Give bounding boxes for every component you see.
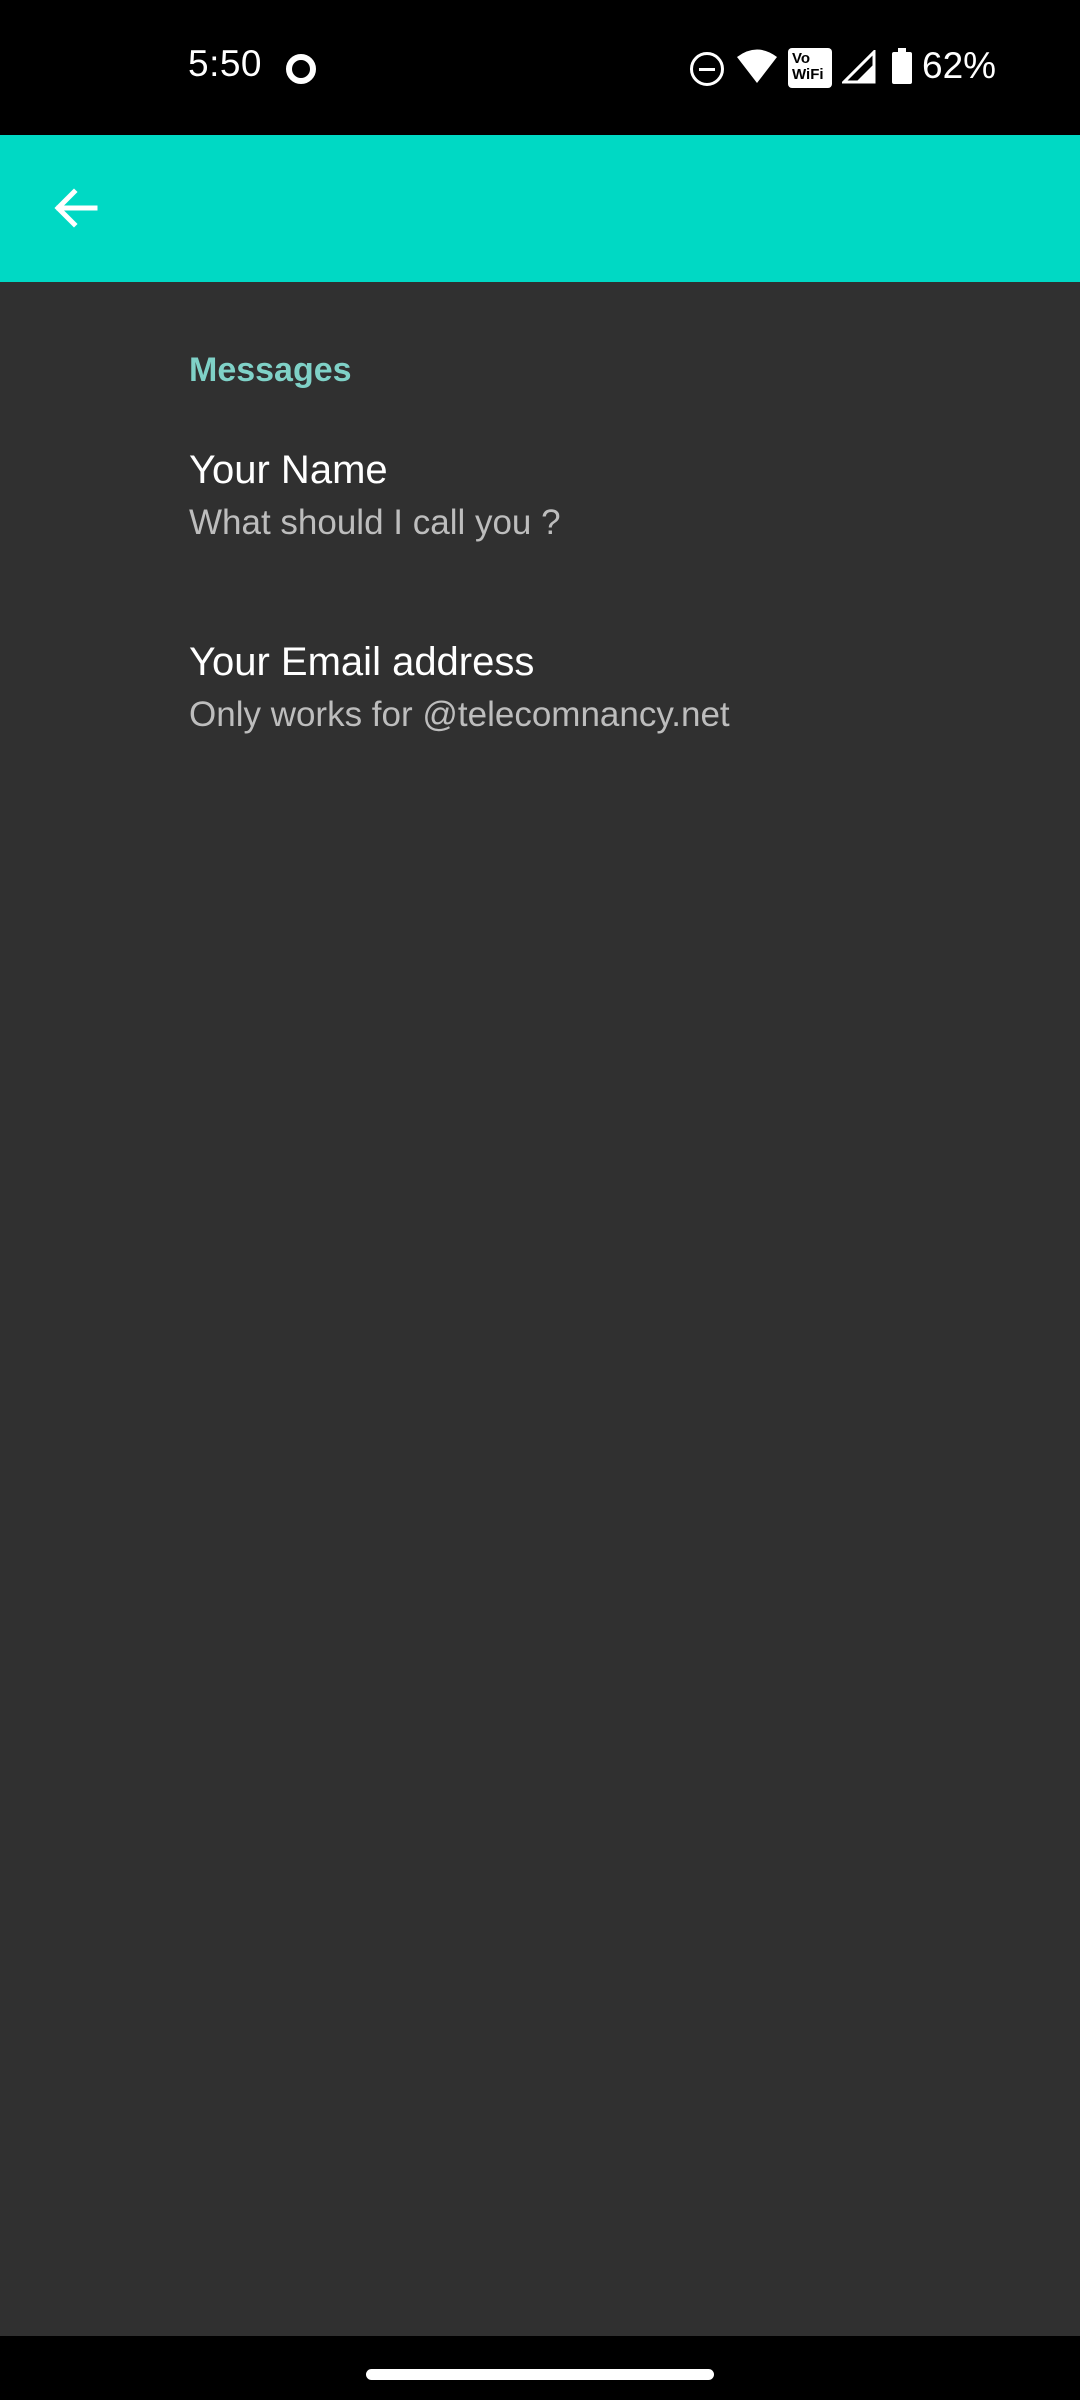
battery-icon	[892, 48, 912, 84]
home-gesture-handle[interactable]	[366, 2369, 714, 2380]
status-time: 5:50	[188, 43, 263, 84]
pref-summary: Only works for @telecomnancy.net	[189, 695, 730, 734]
navigation-bar	[0, 2336, 1080, 2400]
app-toolbar	[0, 135, 1080, 282]
pref-title: Your Name	[189, 448, 388, 492]
vowifi-label-top: Vo	[792, 50, 811, 67]
vowifi-label-bottom: WiFi	[792, 66, 824, 83]
signal-icon	[842, 50, 876, 84]
settings-screen: 5:50 Vo WiFi 62% Messages Your Name What…	[0, 0, 1080, 2400]
pref-email-address[interactable]: Your Email address Only works for @telec…	[0, 631, 1080, 823]
vowifi-icon: Vo WiFi	[788, 48, 832, 88]
pref-title: Your Email address	[189, 640, 535, 684]
record-icon	[286, 54, 316, 84]
wifi-icon	[737, 49, 777, 83]
do-not-disturb-icon	[690, 52, 724, 86]
arrow-left-icon	[54, 188, 98, 228]
pref-your-name[interactable]: Your Name What should I call you ?	[0, 439, 1080, 631]
section-header-messages: Messages	[189, 351, 352, 389]
pref-summary: What should I call you ?	[189, 503, 561, 542]
status-bar: 5:50 Vo WiFi 62%	[0, 0, 1080, 135]
battery-level: 62%	[922, 45, 997, 86]
back-button[interactable]	[36, 168, 116, 248]
